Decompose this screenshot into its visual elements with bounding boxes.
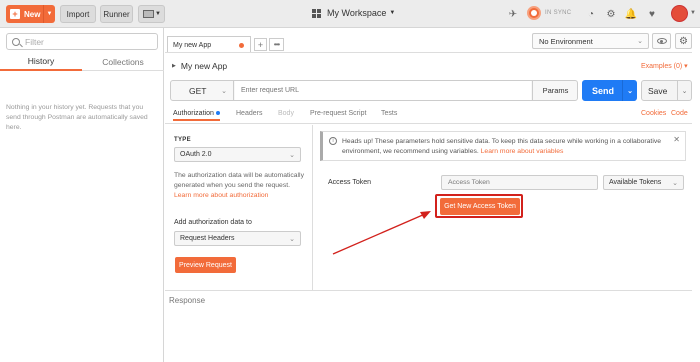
send-button[interactable]: Send ⌄ bbox=[582, 80, 637, 101]
get-new-access-token-button[interactable]: Get New Access Token bbox=[440, 198, 520, 215]
chevron-down-icon: ⌄ bbox=[221, 87, 227, 95]
preview-request-button[interactable]: Preview Request bbox=[175, 257, 236, 273]
request-tabs: My new App + ••• bbox=[165, 36, 525, 53]
add-to-select[interactable]: Request Headers ⌄ bbox=[174, 231, 301, 246]
sync-icon[interactable] bbox=[527, 6, 541, 20]
available-tokens-select[interactable]: Available Tokens ⌄ bbox=[603, 175, 684, 190]
window-icon bbox=[143, 10, 154, 18]
search-icon bbox=[12, 37, 20, 46]
more-tabs-button[interactable]: ••• bbox=[269, 38, 284, 51]
request-tab-label: My new App bbox=[173, 41, 212, 49]
chevron-down-icon[interactable]: ▼ bbox=[43, 5, 55, 23]
info-icon: i bbox=[329, 137, 337, 145]
learn-more-auth-link[interactable]: Learn more about authorization bbox=[174, 192, 268, 199]
filter-input[interactable]: Filter bbox=[6, 33, 158, 50]
notice-text: Heads up! These parameters hold sensitiv… bbox=[342, 138, 662, 155]
learn-more-variables-link[interactable]: Learn more about variables bbox=[481, 148, 564, 155]
available-tokens-value: Available Tokens bbox=[609, 179, 662, 186]
tab-collections[interactable]: Collections bbox=[82, 53, 164, 71]
access-token-input[interactable] bbox=[441, 175, 598, 190]
chevron-down-icon[interactable]: ⌄ bbox=[622, 80, 637, 101]
workspace-selector[interactable]: My Workspace ▼ bbox=[312, 8, 395, 18]
runner-button[interactable]: Runner bbox=[100, 5, 133, 23]
chevron-down-icon: ⌄ bbox=[637, 38, 643, 45]
request-name-label: My new App bbox=[180, 61, 228, 71]
history-empty-message: Nothing in your history yet. Requests th… bbox=[6, 104, 148, 131]
heart-icon[interactable]: ♥ bbox=[646, 8, 658, 20]
tab-body[interactable]: Body bbox=[278, 110, 294, 117]
tab-history[interactable]: History bbox=[0, 53, 82, 71]
chevron-down-icon: ⌄ bbox=[289, 152, 295, 159]
environment-select[interactable]: No Environment ⌄ bbox=[532, 33, 649, 49]
tab-pre-request-script[interactable]: Pre-request Script bbox=[310, 110, 366, 117]
satellite-icon[interactable]: ✈ bbox=[507, 8, 519, 20]
active-dot-icon bbox=[215, 111, 220, 116]
chevron-down-icon: ⌄ bbox=[672, 180, 678, 187]
method-value: GET bbox=[189, 85, 207, 96]
request-subtabs: Authorization Headers Body Pre-request S… bbox=[165, 107, 692, 124]
url-input[interactable] bbox=[235, 81, 531, 100]
new-button[interactable]: + New ▼ bbox=[6, 5, 55, 23]
request-tab[interactable]: My new App bbox=[167, 36, 251, 53]
auth-description: The authorization data will be automatic… bbox=[174, 172, 304, 199]
top-bar: + New ▼ Import Runner ▼ My Workspace ▼ ✈… bbox=[0, 0, 700, 28]
new-window-button[interactable]: ▼ bbox=[138, 5, 165, 23]
url-bar: GET ⌄ Params bbox=[170, 80, 578, 101]
sidebar-tabs: History Collections bbox=[0, 53, 164, 71]
cookies-link[interactable]: Cookies bbox=[641, 110, 666, 117]
notifications-icon[interactable]: 🔔 bbox=[625, 8, 637, 20]
tabs-divider bbox=[165, 52, 692, 53]
add-to-value: Request Headers bbox=[180, 235, 235, 242]
sidebar: Filter History Collections Nothing in yo… bbox=[0, 28, 164, 362]
chevron-down-icon: ⌄ bbox=[289, 236, 295, 243]
avatar[interactable] bbox=[671, 5, 688, 22]
auth-settings-panel: TYPE OAuth 2.0 ⌄ The authorization data … bbox=[165, 125, 313, 290]
caret-right-icon[interactable]: ▶ bbox=[172, 63, 176, 69]
type-label: TYPE bbox=[174, 137, 191, 143]
params-button[interactable]: Params bbox=[532, 81, 578, 100]
new-tab-button[interactable]: + bbox=[254, 38, 267, 51]
tab-tests[interactable]: Tests bbox=[381, 110, 397, 117]
sync-status: IN SYNC bbox=[545, 10, 572, 16]
request-name[interactable]: ▶ My new App bbox=[172, 61, 227, 71]
save-button[interactable]: Save ⌄ bbox=[641, 80, 692, 101]
manage-environments-button[interactable]: ⚙ bbox=[675, 33, 692, 49]
filter-placeholder: Filter bbox=[25, 36, 44, 47]
add-to-label: Add authorization data to bbox=[174, 219, 252, 226]
environment-value: No Environment bbox=[539, 36, 593, 46]
plus-icon: + bbox=[10, 9, 20, 19]
workspace-grid-icon bbox=[312, 8, 321, 18]
settings-icon[interactable]: ⚙ bbox=[605, 8, 617, 20]
send-label: Send bbox=[592, 85, 615, 96]
history-icon[interactable]: ◔ bbox=[585, 8, 597, 20]
auth-type-select[interactable]: OAuth 2.0 ⌄ bbox=[174, 147, 301, 162]
method-select[interactable]: GET ⌄ bbox=[171, 81, 234, 100]
gear-icon: ⚙ bbox=[679, 35, 688, 47]
tab-authorization[interactable]: Authorization bbox=[173, 110, 220, 121]
import-button[interactable]: Import bbox=[60, 5, 96, 23]
code-link[interactable]: Code bbox=[671, 110, 688, 117]
response-label: Response bbox=[169, 296, 206, 305]
unsaved-dot-icon bbox=[239, 43, 244, 48]
environment-quick-look-button[interactable] bbox=[652, 33, 671, 49]
response-divider bbox=[165, 290, 692, 291]
chevron-down-icon: ▼ bbox=[155, 11, 161, 17]
chevron-down-icon[interactable]: ▼ bbox=[690, 10, 696, 16]
tab-headers[interactable]: Headers bbox=[236, 110, 262, 117]
examples-link[interactable]: Examples (0) ▾ bbox=[641, 62, 688, 70]
auth-type-value: OAuth 2.0 bbox=[180, 151, 212, 158]
close-icon[interactable]: ✕ bbox=[673, 135, 680, 144]
chevron-down-icon[interactable]: ⌄ bbox=[677, 81, 691, 100]
chevron-down-icon: ▼ bbox=[389, 10, 396, 16]
sensitive-data-notice: i Heads up! These parameters hold sensit… bbox=[320, 131, 686, 161]
new-button-label: New bbox=[24, 9, 41, 19]
workspace-label: My Workspace bbox=[327, 8, 387, 18]
access-token-label: Access Token bbox=[328, 179, 372, 186]
save-label: Save bbox=[648, 85, 668, 96]
eye-icon bbox=[656, 38, 667, 44]
